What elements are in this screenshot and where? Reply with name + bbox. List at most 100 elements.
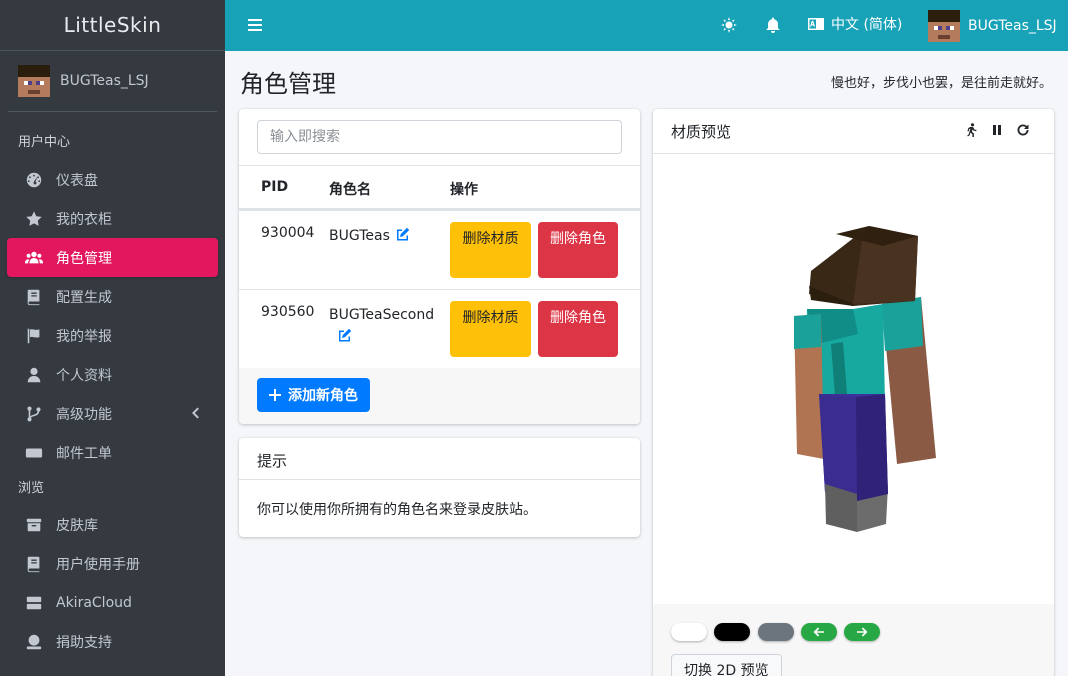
- arrow-left-icon: [813, 627, 824, 637]
- preview-header: 材质预览: [653, 109, 1054, 154]
- language-selector[interactable]: 中文 (简体): [807, 14, 902, 34]
- sidebar-item-label: 配置生成: [56, 289, 112, 306]
- bg-prev-button[interactable]: [801, 623, 837, 641]
- player-name-cell: BUGTeaSecond: [329, 304, 434, 348]
- player-pid: 930004: [261, 225, 315, 241]
- tips-title: 提示: [239, 438, 640, 480]
- bg-gray-button[interactable]: [758, 623, 794, 641]
- sidebar-item-label: 用户使用手册: [56, 556, 140, 573]
- sidebar-item-label: 邮件工单: [56, 445, 112, 462]
- table-row: 930004 BUGTeas 删除材质 删除角色: [239, 210, 640, 289]
- branch-icon: [24, 404, 44, 424]
- sidebar-item-skinlib[interactable]: 皮肤库: [7, 505, 218, 544]
- skin-model: [794, 226, 936, 532]
- table-row: 930560 BUGTeaSecond 删除材质 删除角色: [239, 289, 640, 368]
- delete-player-button[interactable]: 删除角色: [538, 222, 618, 278]
- sidebar-item-advanced[interactable]: 高级功能: [7, 394, 218, 433]
- table-header: PID 角色名 操作: [239, 165, 640, 210]
- donate-icon: [24, 632, 44, 652]
- nav-header-browse: 浏览: [18, 481, 45, 496]
- search-input[interactable]: [257, 120, 622, 154]
- user-icon: [24, 365, 44, 385]
- bell-icon[interactable]: [764, 16, 782, 34]
- sidebar-item-config[interactable]: 配置生成: [7, 277, 218, 316]
- add-player-label: 添加新角色: [288, 388, 358, 404]
- sidebar-item-akiracloud[interactable]: AkiraCloud: [7, 583, 218, 622]
- plus-icon: [269, 389, 281, 401]
- sun-icon[interactable]: [720, 16, 738, 34]
- top-navbar: 中文 (简体) BUGTeas_LSJ: [225, 0, 1068, 51]
- edit-icon[interactable]: [338, 327, 352, 342]
- star-icon: [24, 209, 44, 229]
- avatar: [928, 10, 960, 42]
- preview-tools: [964, 123, 1030, 137]
- chevron-left-icon: [188, 406, 202, 420]
- column-header-name: 角色名: [329, 182, 371, 198]
- sidebar: LittleSkin BUGTeas_LSJ 用户中心 仪表盘 我的衣柜 角色管…: [0, 0, 225, 676]
- sidebar-item-players[interactable]: 角色管理: [7, 238, 218, 277]
- sidebar-item-label: 个人资料: [56, 367, 112, 384]
- walk-icon[interactable]: [964, 123, 978, 137]
- bg-white-button[interactable]: [671, 623, 707, 641]
- flag-icon: [24, 326, 44, 346]
- pause-icon[interactable]: [990, 123, 1004, 137]
- page-title: 角色管理: [240, 70, 336, 98]
- sidebar-item-tickets[interactable]: 邮件工单: [7, 433, 218, 472]
- sidebar-item-profile[interactable]: 个人资料: [7, 355, 218, 394]
- nav-header-user-center: 用户中心: [18, 135, 71, 150]
- arrow-right-icon: [857, 627, 868, 637]
- sidebar-item-label: AkiraCloud: [56, 594, 132, 611]
- motto-text: 慢也好，步伐小也罢，是往前走就好。: [830, 76, 1052, 91]
- delete-player-button[interactable]: 删除角色: [538, 301, 618, 357]
- archive-icon: [24, 515, 44, 535]
- delete-texture-button[interactable]: 删除材质: [450, 301, 531, 357]
- sidebar-item-reports[interactable]: 我的举报: [7, 316, 218, 355]
- texture-preview-card: 材质预览 切换 2D 预览: [653, 109, 1054, 676]
- sidebar-item-label: 捐助支持: [56, 634, 112, 651]
- brand-logo-text: LittleSkin: [63, 13, 162, 37]
- language-label: 中文 (简体): [831, 17, 903, 33]
- sidebar-item-manual[interactable]: 用户使用手册: [7, 544, 218, 583]
- preview-title: 材质预览: [671, 123, 732, 141]
- preview-footer: 切换 2D 预览: [653, 604, 1054, 676]
- tips-card: 提示 你可以使用你所拥有的角色名来登录皮肤站。: [239, 438, 640, 537]
- users-icon: [24, 248, 44, 268]
- sidebar-item-donate[interactable]: 捐助支持: [7, 622, 218, 661]
- player-name-cell: BUGTeas: [329, 225, 434, 247]
- top-username: BUGTeas_LSJ: [968, 18, 1057, 34]
- sidebar-item-label: 我的举报: [56, 328, 112, 345]
- keyboard-icon: [24, 443, 44, 463]
- reset-icon[interactable]: [1016, 123, 1030, 137]
- skin-3d-viewer[interactable]: [653, 154, 1054, 604]
- sidebar-username: BUGTeas_LSJ: [60, 73, 149, 89]
- player-name: BUGTeas: [329, 228, 390, 244]
- delete-texture-button[interactable]: 删除材质: [450, 222, 531, 278]
- column-header-pid: PID: [261, 179, 289, 195]
- sidebar-item-label: 仪表盘: [56, 172, 98, 189]
- sidebar-item-label: 高级功能: [56, 406, 112, 423]
- add-player-button[interactable]: 添加新角色: [257, 378, 370, 412]
- menu-icon[interactable]: [247, 16, 265, 34]
- top-user-menu[interactable]: BUGTeas_LSJ: [928, 10, 1057, 42]
- brand-link[interactable]: LittleSkin: [0, 0, 225, 51]
- sidebar-item-closet[interactable]: 我的衣柜: [7, 199, 218, 238]
- sidebar-item-label: 皮肤库: [56, 517, 98, 534]
- player-pid: 930560: [261, 304, 315, 320]
- players-card-footer: 添加新角色: [239, 368, 640, 424]
- bg-black-button[interactable]: [714, 623, 750, 641]
- sidebar-item-label: 角色管理: [56, 250, 112, 267]
- sidebar-item-label: 我的衣柜: [56, 211, 112, 228]
- dashboard-icon: [24, 170, 44, 190]
- players-card: PID 角色名 操作 930004 BUGTeas 删除材质 删除角色 9305…: [239, 109, 640, 424]
- user-panel[interactable]: BUGTeas_LSJ: [8, 51, 217, 112]
- avatar: [18, 65, 50, 97]
- bg-next-button[interactable]: [844, 623, 880, 641]
- server-icon: [24, 593, 44, 613]
- language-icon: [808, 18, 824, 30]
- sidebar-item-dashboard[interactable]: 仪表盘: [7, 160, 218, 199]
- book-icon: [24, 287, 44, 307]
- player-name: BUGTeaSecond: [329, 307, 435, 323]
- switch-2d-preview-button[interactable]: 切换 2D 预览: [671, 654, 782, 676]
- edit-icon[interactable]: [396, 226, 410, 241]
- tips-body: 你可以使用你所拥有的角色名来登录皮肤站。: [257, 502, 537, 518]
